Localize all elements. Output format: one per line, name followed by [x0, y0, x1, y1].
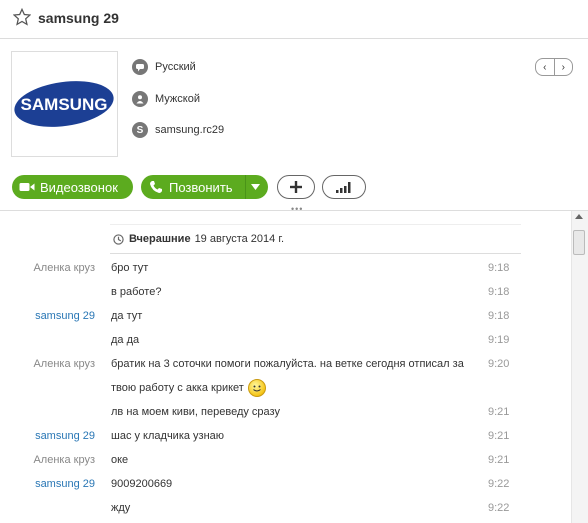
message-time: 9:19: [488, 334, 510, 346]
language-row: Русский: [132, 59, 196, 75]
clock-icon: [113, 233, 124, 245]
resize-grip[interactable]: •••: [291, 204, 303, 214]
message-text: бро тут: [111, 262, 149, 274]
speech-bubble-icon: [132, 59, 148, 75]
smiley-emoticon-icon: [247, 379, 266, 398]
contact-header: samsung 29: [0, 0, 588, 39]
message-time: 9:20: [488, 358, 510, 370]
prev-arrow-icon[interactable]: ‹: [536, 59, 555, 75]
message-text: да да: [111, 334, 140, 346]
call-label: Позвонить: [169, 179, 233, 195]
plus-icon: [290, 181, 302, 193]
message-sender: Аленка круз: [33, 358, 95, 370]
scrollbar-thumb[interactable]: [573, 230, 585, 255]
message-time: 9:21: [488, 406, 510, 418]
video-camera-icon: [19, 183, 35, 191]
message-text: жду: [111, 502, 131, 514]
message-time: 9:21: [488, 454, 510, 466]
message-text: оке: [111, 454, 129, 466]
message-time: 9:18: [488, 310, 510, 322]
video-call-label: Видеозвонок: [40, 179, 118, 195]
message-sender: samsung 29: [35, 478, 95, 490]
profile-nav-arrows: ‹ ›: [535, 58, 573, 76]
gender-value: Мужской: [155, 93, 200, 105]
person-icon: [132, 91, 148, 107]
message-time: 9:22: [488, 478, 510, 490]
samsung-logo: SAMSUNG: [14, 81, 114, 127]
pane-divider: [0, 210, 588, 211]
message-sender: samsung 29: [35, 310, 95, 322]
message-text: лв на моем киви, переведу сразу: [111, 406, 280, 418]
signal-bars-icon: [336, 182, 351, 193]
contact-avatar: SAMSUNG: [11, 51, 118, 157]
scroll-up-arrow-icon[interactable]: [575, 214, 583, 219]
call-split-divider: [245, 175, 246, 199]
skype-icon: S: [132, 122, 148, 138]
chevron-down-icon[interactable]: [251, 184, 260, 190]
skype-name-value: samsung.rc29: [155, 124, 225, 136]
message-text-content: братик на 3 соточки помоги пожалуйста. н…: [111, 358, 464, 394]
message-sender: Аленка круз: [33, 262, 95, 274]
svg-text:SAMSUNG: SAMSUNG: [21, 95, 108, 114]
call-button[interactable]: Позвонить: [141, 175, 268, 199]
message-text: братик на 3 соточки помоги пожалуйста. н…: [111, 352, 479, 400]
gender-row: Мужской: [132, 91, 200, 107]
message-time: 9:21: [488, 430, 510, 442]
chat-scrollbar[interactable]: [571, 211, 588, 523]
message-time: 9:22: [488, 502, 510, 514]
message-time: 9:18: [488, 262, 510, 274]
message-text: в работе?: [111, 286, 162, 298]
message-text: да тут: [111, 310, 143, 322]
favorite-star-icon[interactable]: [13, 8, 31, 26]
contact-title: samsung 29: [38, 10, 119, 26]
date-label: Вчерашние: [129, 233, 191, 245]
language-value: Русский: [155, 61, 196, 73]
message-text: шас у кладчика узнаю: [111, 430, 225, 442]
call-quality-button[interactable]: [322, 175, 366, 199]
phone-icon: [150, 181, 162, 193]
skype-name-row: S samsung.rc29: [132, 122, 224, 138]
message-sender: Аленка круз: [33, 454, 95, 466]
message-sender: samsung 29: [35, 430, 95, 442]
next-arrow-icon[interactable]: ›: [555, 59, 573, 75]
message-text: 9009200669: [111, 478, 173, 490]
date-value: 19 августа 2014 г.: [194, 233, 285, 245]
video-call-button[interactable]: Видеозвонок: [12, 175, 133, 199]
message-time: 9:18: [488, 286, 510, 298]
add-button[interactable]: [277, 175, 315, 199]
date-separator: Вчерашние 19 августа 2014 г.: [110, 224, 521, 254]
